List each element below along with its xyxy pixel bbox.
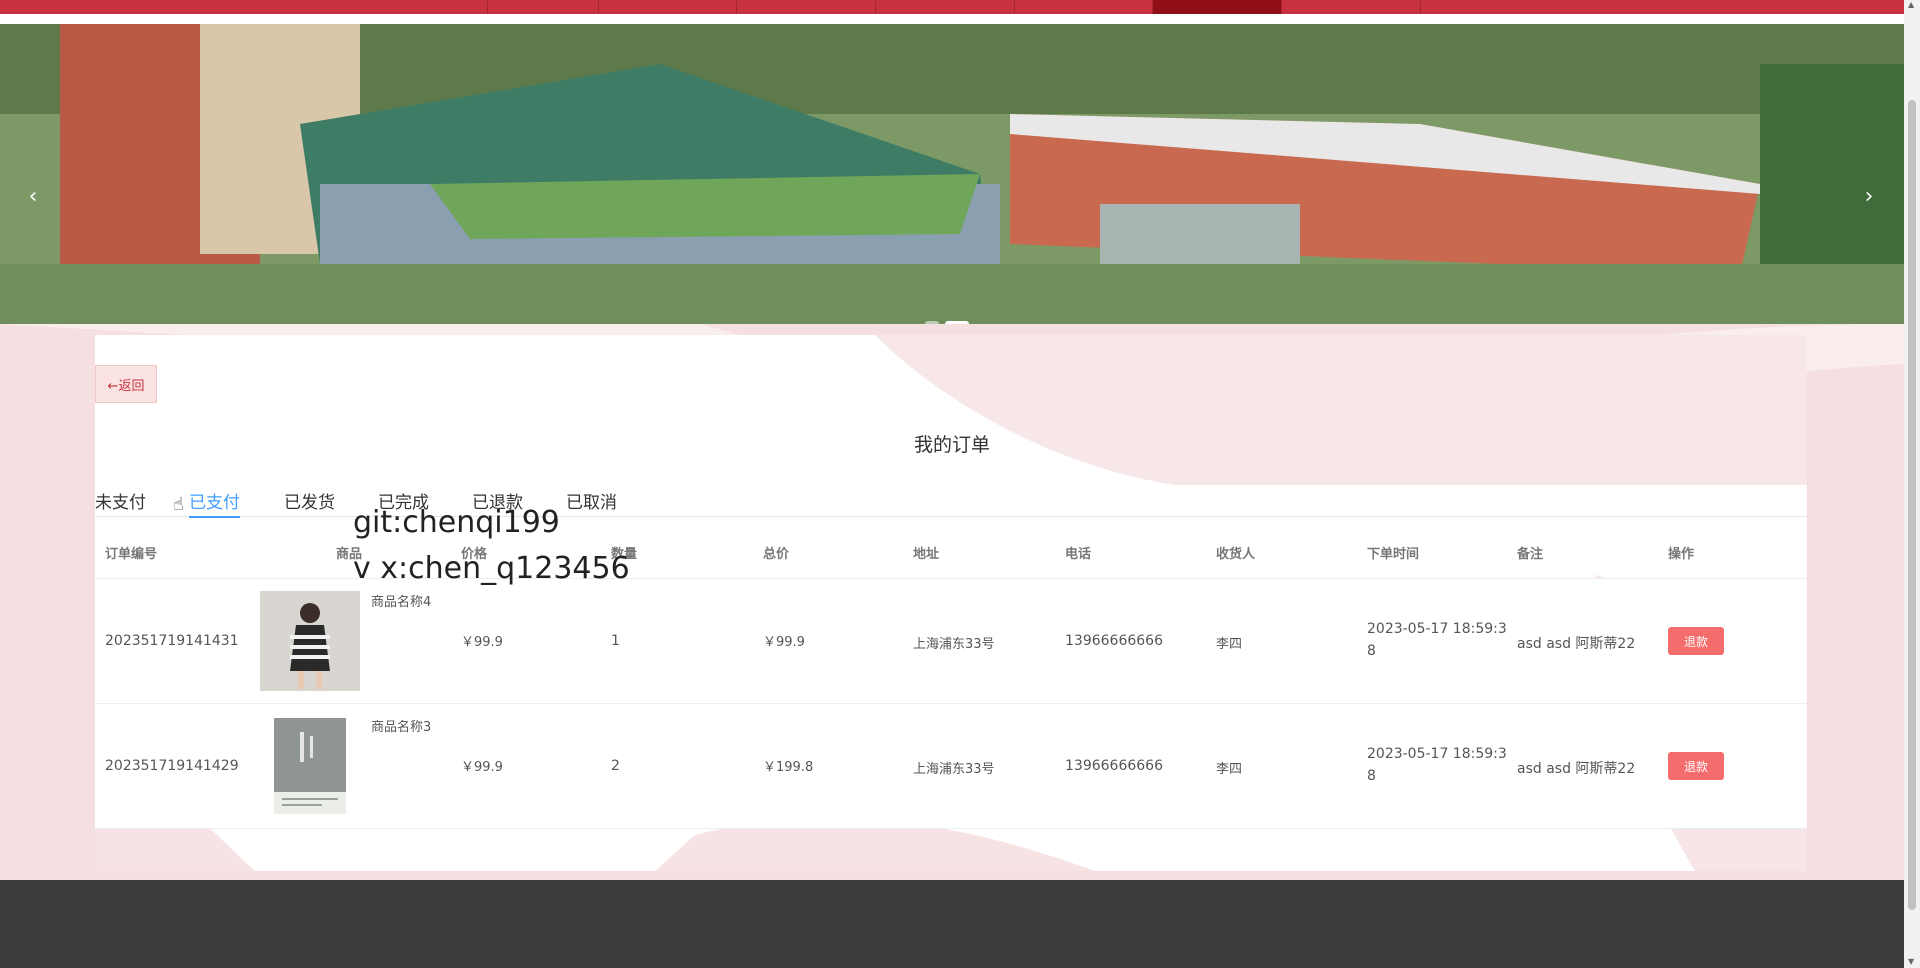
table-header: 订单编号 商品 价格 数量 总价 地址 电话 收货人 下单时间 备注 操作 [95, 532, 1807, 579]
scroll-up-icon[interactable]: ▲ [1908, 0, 1914, 9]
nav-item[interactable] [875, 0, 1014, 14]
order-time-cont: 8 [1367, 643, 1376, 659]
tab-paid[interactable]: 已支付 [189, 488, 240, 518]
tab-unpaid[interactable]: 未支付 [95, 488, 146, 516]
order-number: 202351719141431 [105, 633, 239, 649]
nav-item[interactable] [598, 0, 736, 14]
product-name: 商品名称3 [371, 720, 432, 735]
product-image[interactable] [260, 591, 360, 691]
nav-item[interactable] [1014, 0, 1152, 14]
total-price: ￥199.8 [763, 760, 814, 775]
total-price: ￥99.9 [763, 635, 805, 650]
tab-shipped[interactable]: 已发货 [284, 488, 335, 516]
nav-item[interactable] [0, 0, 487, 14]
receiver: 李四 [1216, 637, 1243, 652]
table-row: 202351719141431 商品名称4 ￥99.9 1 ￥99.9 上海浦东… [95, 579, 1807, 704]
vertical-scrollbar[interactable]: ▲ ▼ [1904, 0, 1920, 968]
order-time-cont: 8 [1367, 768, 1376, 784]
order-time: 2023-05-17 18:59:3 [1367, 621, 1507, 637]
table-row: 202351719141429 商品名称3 ￥99.9 2 ￥199.8 上海浦… [95, 704, 1807, 829]
nav-item[interactable] [1281, 0, 1420, 14]
phone: 13966666666 [1065, 758, 1163, 774]
tab-cancelled[interactable]: 已取消 [566, 488, 617, 516]
address: 上海浦东33号 [913, 762, 995, 777]
footer [0, 880, 1904, 968]
quantity: 2 [611, 758, 620, 774]
receiver: 李四 [1216, 762, 1243, 777]
nav-item[interactable] [487, 0, 598, 14]
quantity: 1 [611, 633, 620, 649]
banner-image [0, 24, 1904, 324]
banner-prev-icon[interactable]: ‹ [18, 184, 48, 209]
product-name: 商品名称4 [371, 595, 432, 610]
refund-button[interactable]: 退款 [1668, 752, 1724, 780]
product-image[interactable] [260, 716, 360, 816]
scroll-down-icon[interactable]: ▼ [1908, 957, 1914, 966]
column-header: 下单时间 [1367, 547, 1420, 562]
nav-item-active[interactable] [1152, 0, 1281, 14]
order-time: 2023-05-17 18:59:3 [1367, 746, 1507, 762]
nav-item[interactable] [736, 0, 875, 14]
phone: 13966666666 [1065, 633, 1163, 649]
column-header: 电话 [1065, 547, 1092, 562]
hand-cursor-icon: ☝ [173, 494, 184, 515]
price: ￥99.9 [461, 635, 503, 650]
back-button[interactable]: ←返回 [95, 365, 157, 403]
watermark-git: git:chenqi199 [353, 505, 560, 540]
order-status-tabs: 未支付 已支付 已发货 已完成 已退款 已取消 [95, 484, 1807, 518]
banner-carousel: ‹ › [0, 24, 1904, 324]
remark: asd asd 阿斯蒂22 [1517, 761, 1636, 777]
scrollbar-thumb[interactable] [1908, 100, 1916, 910]
order-number: 202351719141429 [105, 758, 239, 774]
top-nav [0, 0, 1904, 14]
nav-item[interactable] [1420, 0, 1904, 14]
refund-button[interactable]: 退款 [1668, 627, 1724, 655]
column-header: 总价 [763, 547, 790, 562]
page-title: 我的订单 [913, 434, 990, 456]
watermark-contact: v x:chen_q123456 [353, 551, 630, 586]
column-header: 备注 [1517, 547, 1544, 562]
remark: asd asd 阿斯蒂22 [1517, 636, 1636, 652]
banner-next-icon[interactable]: › [1854, 184, 1884, 209]
column-header: 订单编号 [105, 547, 158, 562]
orders-table: 订单编号 商品 价格 数量 总价 地址 电话 收货人 下单时间 备注 操作 20… [95, 532, 1807, 830]
column-header: 操作 [1668, 547, 1695, 562]
address: 上海浦东33号 [913, 637, 995, 652]
column-header: 地址 [913, 547, 940, 562]
price: ￥99.9 [461, 760, 503, 775]
column-header: 收货人 [1216, 547, 1256, 562]
